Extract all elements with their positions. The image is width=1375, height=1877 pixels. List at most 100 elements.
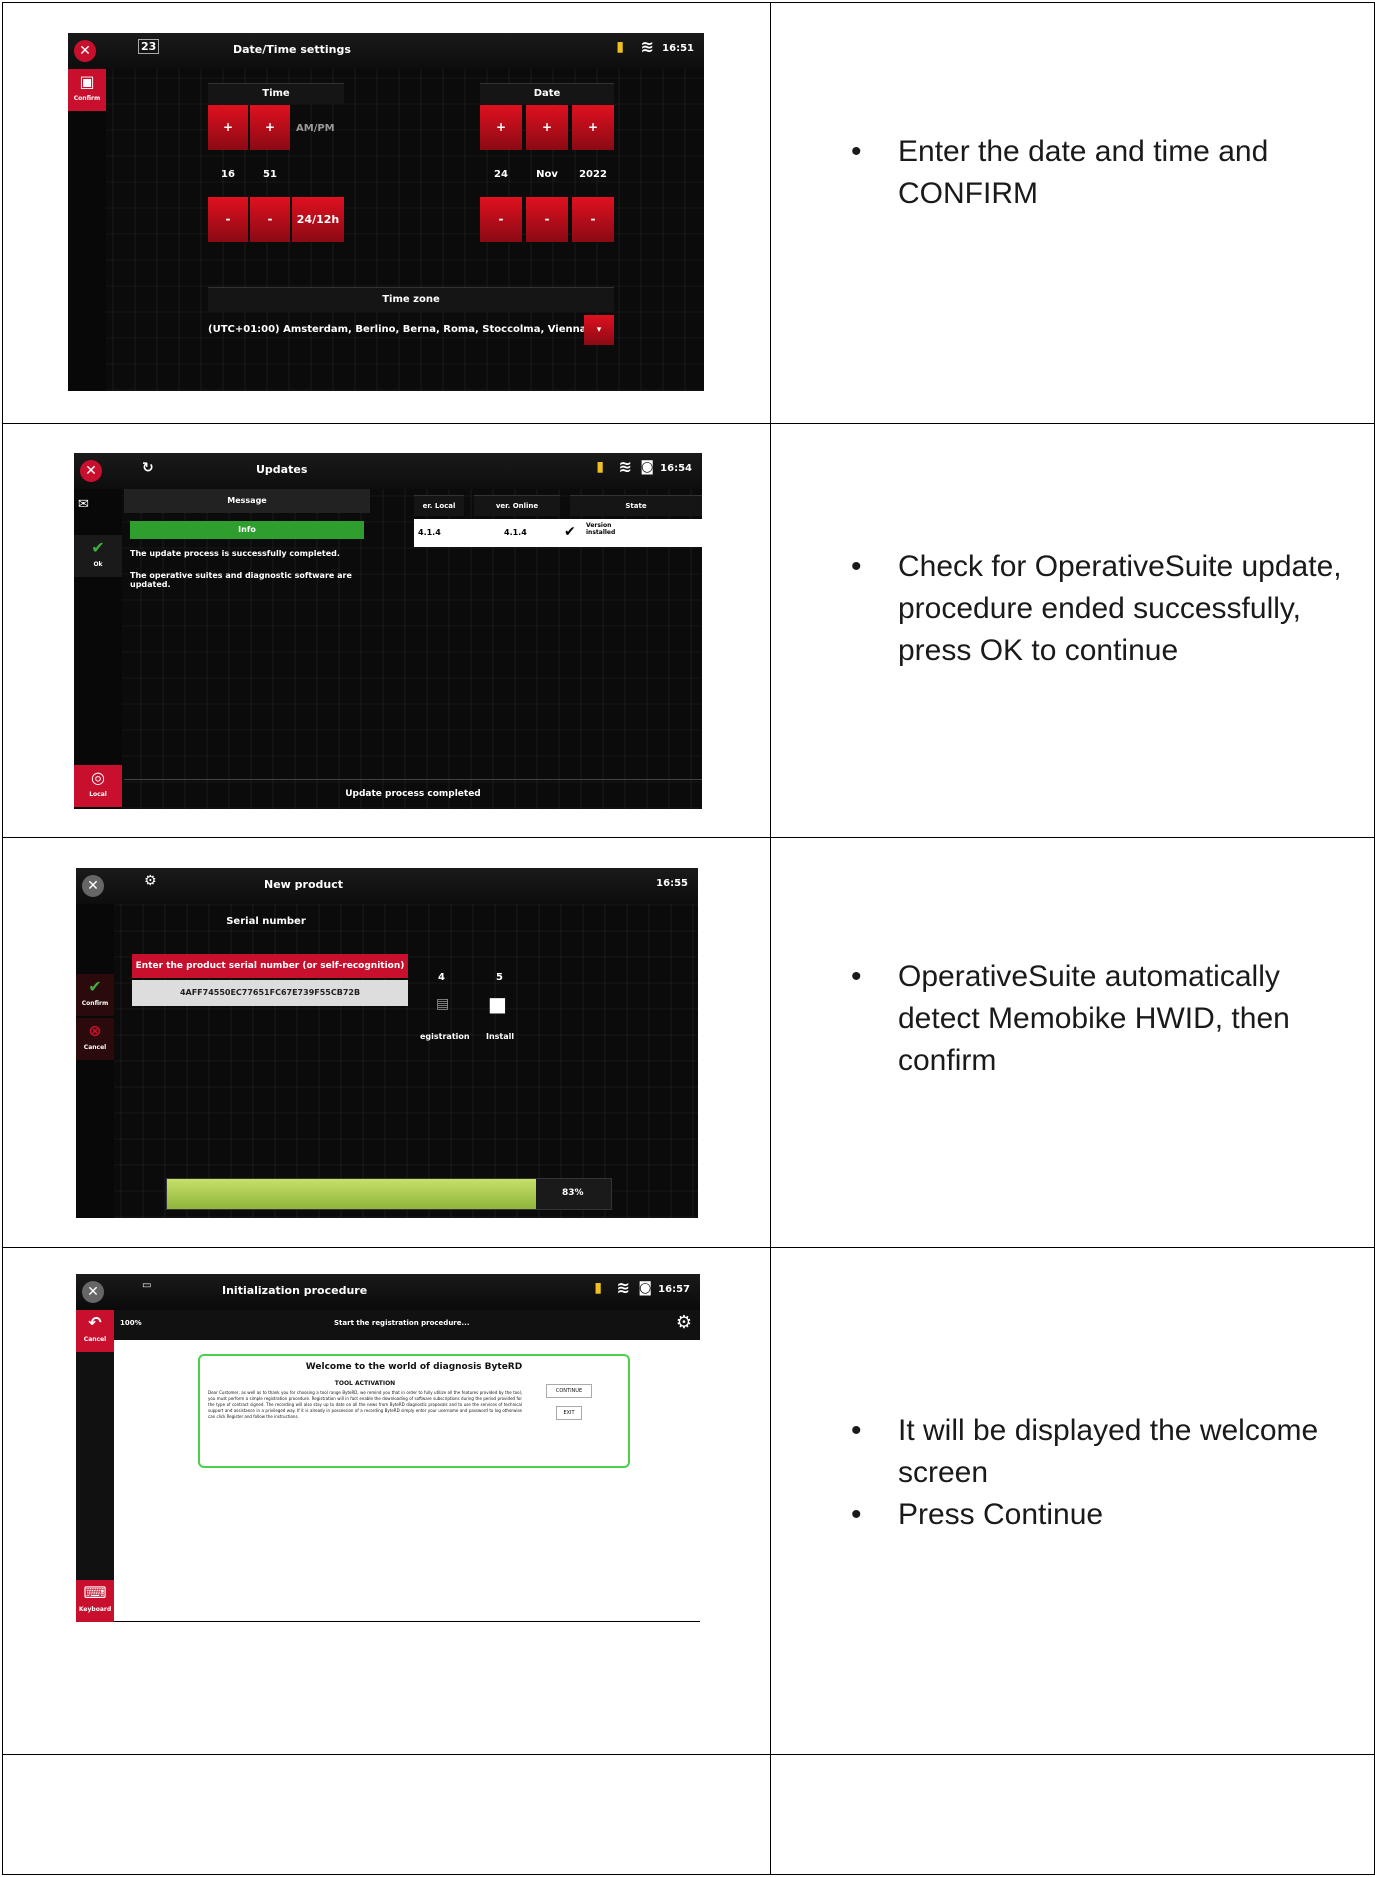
continue-button[interactable]: CONTINUE: [546, 1384, 592, 1398]
ok-button[interactable]: ✔ Ok: [74, 535, 122, 577]
minute-plus-button[interactable]: +: [250, 105, 290, 150]
bottom-line: [114, 1621, 700, 1622]
cancel-button[interactable]: ⊗ Cancel: [76, 1018, 114, 1060]
step-5: 5: [496, 972, 503, 983]
welcome-body: Dear Customer, as well as to thank you f…: [208, 1390, 522, 1419]
list-item: Check for OperativeSuite update, procedu…: [851, 546, 1364, 672]
screenshot-cell: ✕ 23 Date/Time settings ▮ ≋ 16:51 ▣ Confi…: [2, 2, 771, 424]
confirm-button[interactable]: ✔ Confirm: [76, 974, 114, 1016]
instruction-list: It will be displayed the welcome screen …: [851, 1410, 1364, 1536]
exit-button[interactable]: EXIT: [556, 1406, 582, 1420]
progress-fill: [167, 1179, 536, 1209]
wifi-icon: ≋: [616, 1278, 630, 1297]
hour-value: 16: [221, 169, 235, 180]
year-minus-button[interactable]: -: [572, 197, 614, 242]
serial-prompt: Enter the product serial number (or self…: [132, 954, 408, 978]
welcome-title: Welcome to the world of diagnosis ByteRD: [305, 1362, 523, 1372]
instruction-cell: Enter the date and time and CONFIRM: [770, 2, 1375, 424]
list-item: OperativeSuite automatically detect Memo…: [851, 956, 1364, 1082]
clock: 16:55: [656, 878, 688, 889]
list-item: It will be displayed the welcome screen: [851, 1410, 1364, 1494]
keyboard-button[interactable]: ⌨ Keyboard: [76, 1580, 114, 1622]
instruction-cell: OperativeSuite automatically detect Memo…: [770, 837, 1375, 1248]
install-label: Install: [486, 1032, 515, 1041]
updates-screenshot: ✕ ↻ Updates ▮ ≋ ◙ 16:54 ✉ ✔ Ok ◎ Local Mes…: [74, 453, 702, 809]
initialization-screenshot: ✕ ▭ Initialization procedure ▮ ≋ ◙ 16:57…: [76, 1274, 700, 1622]
screen-title: Initialization procedure: [222, 1284, 368, 1297]
gear-icon[interactable]: ⚙: [676, 1312, 692, 1333]
minute-value: 51: [263, 169, 277, 180]
table-row[interactable]: 4.1.4 4.1.4 ✔ Version installed: [414, 519, 702, 547]
screen-title: Updates: [256, 463, 308, 476]
message-line-2: The operative suites and diagnostic soft…: [130, 571, 352, 589]
state-value: Version installed: [586, 522, 616, 536]
serial-header: Serial number: [226, 916, 306, 927]
chevron-down-icon[interactable]: ▾: [584, 315, 614, 345]
close-icon[interactable]: ✕: [80, 460, 102, 482]
year-plus-button[interactable]: +: [572, 105, 614, 150]
step-4: 4: [438, 972, 445, 983]
tool-icon: ▭: [142, 1280, 152, 1291]
month-minus-button[interactable]: -: [526, 197, 568, 242]
close-icon[interactable]: ✕: [82, 1281, 104, 1303]
mode-toggle-button[interactable]: 24/12h: [292, 197, 344, 242]
footer-status: Update process completed: [124, 779, 702, 808]
check-icon: ✔: [88, 977, 102, 996]
battery-icon: ▮: [594, 1280, 602, 1296]
hour-plus-button[interactable]: +: [208, 105, 248, 150]
ampm-label: AM/PM: [296, 123, 335, 134]
list-item: Press Continue: [851, 1494, 1364, 1536]
instruction-cell: It will be displayed the welcome screen …: [770, 1247, 1375, 1755]
col-online-header: ver. Online: [474, 495, 560, 516]
timezone-header: Time zone: [208, 287, 614, 312]
battery-icon: ▮: [616, 39, 624, 55]
clock: 16:54: [660, 463, 692, 474]
message-header: Message: [124, 489, 370, 513]
clock: 16:51: [662, 43, 694, 54]
clock: 16:57: [658, 1284, 690, 1295]
refresh-icon: ↻: [142, 460, 154, 476]
empty-cell: [2, 1754, 771, 1875]
ver-online-value: 4.1.4: [504, 528, 527, 537]
screen-title: Date/Time settings: [233, 43, 351, 56]
instruction-list: Enter the date and time and CONFIRM: [851, 131, 1364, 215]
datetime-screenshot: ✕ 23 Date/Time settings ▮ ≋ 16:51 ▣ Confi…: [68, 33, 704, 391]
close-icon[interactable]: ✕: [74, 40, 96, 62]
save-icon: ▣: [79, 72, 95, 91]
instruction-list: OperativeSuite automatically detect Memo…: [851, 956, 1364, 1082]
col-state-header: State: [570, 495, 702, 516]
empty-cell: [770, 1754, 1375, 1875]
check-circle-icon: ✔: [564, 524, 576, 540]
mail-icon: ✉: [78, 497, 89, 512]
keyboard-icon: ⌨: [83, 1583, 107, 1602]
close-icon[interactable]: ✕: [82, 875, 104, 897]
month-plus-button[interactable]: +: [526, 105, 568, 150]
registration-label: egistration: [420, 1032, 470, 1041]
minute-minus-button[interactable]: -: [250, 197, 290, 242]
calendar-icon: 23: [138, 39, 160, 54]
day-plus-button[interactable]: +: [480, 105, 522, 150]
day-minus-button[interactable]: -: [480, 197, 522, 242]
cancel-icon: ⊗: [88, 1021, 102, 1040]
percent-label: 100%: [120, 1319, 142, 1327]
screenshot-cell: ✕ ⚙ New product 16:55 ✔ Confirm ⊗ Cancel S…: [2, 837, 771, 1248]
confirm-button[interactable]: ▣ Confirm: [68, 69, 106, 111]
cancel-button[interactable]: ↶ Cancel: [76, 1310, 114, 1352]
back-icon: ↶: [88, 1313, 102, 1332]
month-value: Nov: [536, 169, 558, 180]
instruction-list: Check for OperativeSuite update, procedu…: [851, 546, 1364, 672]
check-icon: ✔: [91, 538, 105, 557]
camera-icon: ◙: [638, 1280, 652, 1296]
local-button[interactable]: ◎ Local: [74, 765, 122, 807]
instruction-cell: Check for OperativeSuite update, procedu…: [770, 423, 1375, 838]
time-header: Time: [208, 83, 344, 104]
status-label: Start the registration procedure...: [334, 1319, 470, 1327]
camera-icon: ◙: [640, 459, 654, 475]
hour-minus-button[interactable]: -: [208, 197, 248, 242]
serial-input[interactable]: 4AFF74550EC77651FC67E739F55CB72B: [132, 980, 408, 1006]
battery-icon: ▮: [596, 459, 604, 475]
list-item: Enter the date and time and CONFIRM: [851, 131, 1364, 215]
wifi-icon: ≋: [618, 457, 632, 476]
date-header: Date: [480, 83, 614, 104]
box-icon: ■: [488, 992, 507, 1016]
